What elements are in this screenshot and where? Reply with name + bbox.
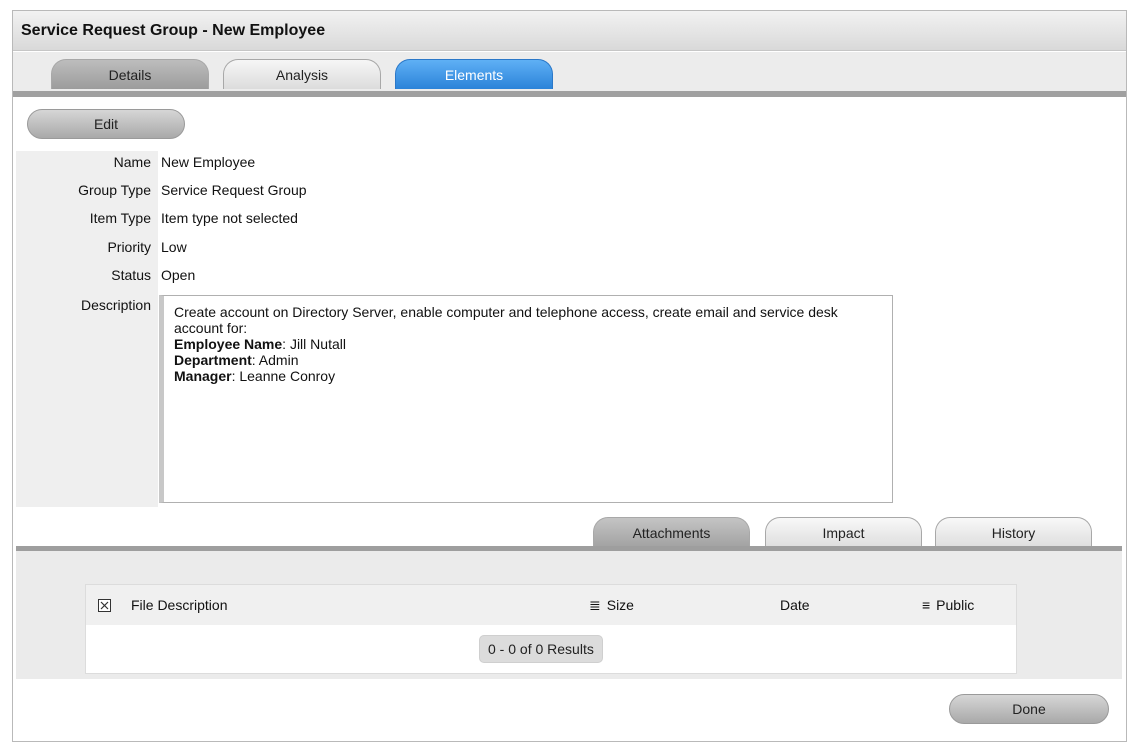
- department-value: : Admin: [251, 352, 299, 368]
- tab-elements-label: Elements: [444, 66, 504, 83]
- tab-details[interactable]: Details: [51, 59, 209, 89]
- name-value: New Employee: [161, 154, 256, 170]
- done-button-label: Done: [1012, 701, 1046, 717]
- subtab-impact[interactable]: Impact: [765, 517, 922, 547]
- results-count: 0 - 0 of 0 Results: [479, 635, 603, 663]
- attachments-table-header: File Description ≣ Size Date ≡ Public: [86, 585, 1016, 625]
- tab-details-label: Details: [108, 66, 152, 83]
- name-label: Name: [113, 154, 151, 170]
- status-label: Status: [111, 267, 151, 283]
- attachments-table: File Description ≣ Size Date ≡ Public 0 - …: [85, 584, 1017, 674]
- edit-button[interactable]: Edit: [27, 109, 185, 139]
- subtab-impact-label: Impact: [822, 524, 865, 541]
- service-request-group-window: Service Request Group - New Employee Det…: [12, 10, 1127, 742]
- subtab-history[interactable]: History: [935, 517, 1092, 547]
- group-type-value: Service Request Group: [161, 182, 307, 198]
- filter-icon: ≡: [922, 597, 931, 613]
- description-employee: Employee Name: Jill Nutall: [174, 336, 882, 352]
- description-box: Create account on Directory Server, enab…: [159, 295, 893, 503]
- subtab-attachments-label: Attachments: [632, 524, 711, 541]
- column-public-label: Public: [936, 597, 975, 613]
- description-manager: Manager: Leanne Conroy: [174, 368, 882, 384]
- department-label: Department: [174, 352, 252, 368]
- subtab-attachments[interactable]: Attachments: [593, 517, 750, 547]
- subtab-history-label: History: [991, 524, 1036, 541]
- window-title: Service Request Group - New Employee: [21, 21, 326, 39]
- column-size-label: Size: [606, 597, 634, 613]
- main-tab-bar: Details Analysis Elements: [13, 52, 1126, 96]
- description-label: Description: [80, 297, 151, 313]
- column-size[interactable]: ≣ Size: [589, 597, 634, 614]
- tab-analysis[interactable]: Analysis: [223, 59, 381, 89]
- description-department: Department: Admin: [174, 352, 882, 368]
- tab-divider: [13, 91, 1126, 97]
- manager-label: Manager: [174, 368, 232, 384]
- item-type-value: Item type not selected: [161, 210, 298, 226]
- column-date[interactable]: Date: [780, 597, 810, 613]
- done-button[interactable]: Done: [949, 694, 1109, 724]
- column-public[interactable]: ≡ Public: [922, 597, 974, 613]
- manager-value: : Leanne Conroy: [231, 368, 336, 384]
- column-file-description[interactable]: File Description: [131, 597, 227, 613]
- item-type-label: Item Type: [89, 210, 151, 226]
- list-icon: ≣: [589, 597, 601, 613]
- employee-name-value: : Jill Nutall: [282, 336, 346, 352]
- tab-analysis-label: Analysis: [275, 66, 329, 83]
- description-intro: Create account on Directory Server, enab…: [174, 304, 838, 336]
- employee-name-label: Employee Name: [174, 336, 283, 352]
- checkbox-x-icon: [98, 599, 111, 612]
- edit-button-label: Edit: [93, 116, 119, 132]
- title-bar: Service Request Group - New Employee: [13, 11, 1126, 51]
- select-all-checkbox[interactable]: [98, 597, 111, 613]
- field-label-column: [16, 151, 158, 507]
- priority-value: Low: [161, 239, 187, 255]
- priority-label: Priority: [107, 239, 151, 255]
- tab-elements[interactable]: Elements: [395, 59, 553, 89]
- status-value: Open: [161, 267, 196, 283]
- group-type-label: Group Type: [78, 182, 151, 198]
